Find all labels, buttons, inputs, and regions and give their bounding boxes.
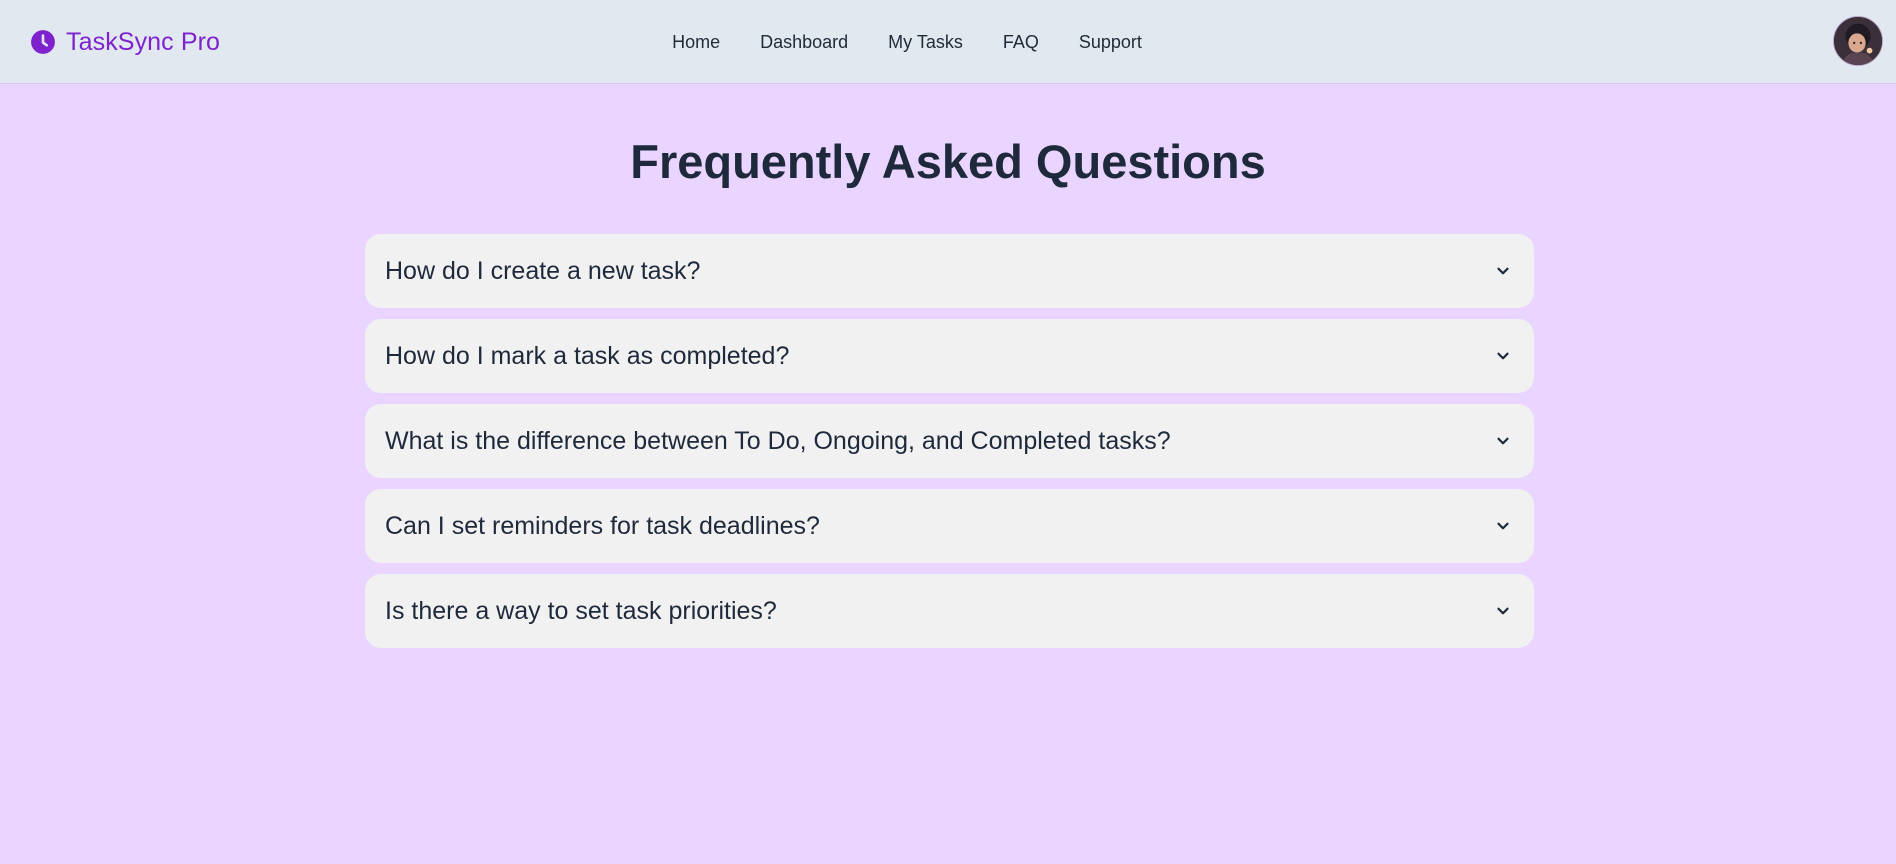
faq-list: How do I create a new task? How do I mar… (365, 234, 1534, 648)
chevron-down-icon[interactable] (1494, 347, 1512, 365)
main-nav: Home Dashboard My Tasks FAQ Support (0, 30, 1896, 54)
nav-link-home[interactable]: Home (672, 30, 720, 54)
faq-question: Can I set reminders for task deadlines? (385, 511, 820, 540)
faq-item[interactable]: What is the difference between To Do, On… (365, 404, 1534, 478)
chevron-down-icon[interactable] (1494, 602, 1512, 620)
brand-logo-link[interactable]: TaskSync Pro (30, 28, 220, 56)
faq-question: How do I create a new task? (385, 256, 701, 285)
faq-item[interactable]: How do I create a new task? (365, 234, 1534, 308)
chevron-down-icon[interactable] (1494, 517, 1512, 535)
nav-link-my-tasks[interactable]: My Tasks (888, 30, 963, 54)
chevron-down-icon[interactable] (1494, 262, 1512, 280)
avatar-image (1834, 17, 1882, 65)
top-navbar: TaskSync Pro Home Dashboard My Tasks FAQ… (0, 0, 1896, 84)
clock-icon (31, 30, 55, 54)
user-avatar[interactable] (1833, 16, 1883, 66)
chevron-down-icon[interactable] (1494, 432, 1512, 450)
nav-link-dashboard[interactable]: Dashboard (760, 30, 848, 54)
nav-link-faq[interactable]: FAQ (1003, 30, 1039, 54)
faq-question: How do I mark a task as completed? (385, 341, 790, 370)
faq-question: What is the difference between To Do, On… (385, 426, 1171, 455)
nav-link-support[interactable]: Support (1079, 30, 1142, 54)
faq-question: Is there a way to set task priorities? (385, 596, 777, 625)
page-title: Frequently Asked Questions (630, 135, 1266, 188)
brand-name: TaskSync Pro (66, 27, 221, 56)
faq-item[interactable]: Can I set reminders for task deadlines? (365, 489, 1534, 563)
faq-item[interactable]: Is there a way to set task priorities? (365, 574, 1534, 648)
faq-item[interactable]: How do I mark a task as completed? (365, 319, 1534, 393)
